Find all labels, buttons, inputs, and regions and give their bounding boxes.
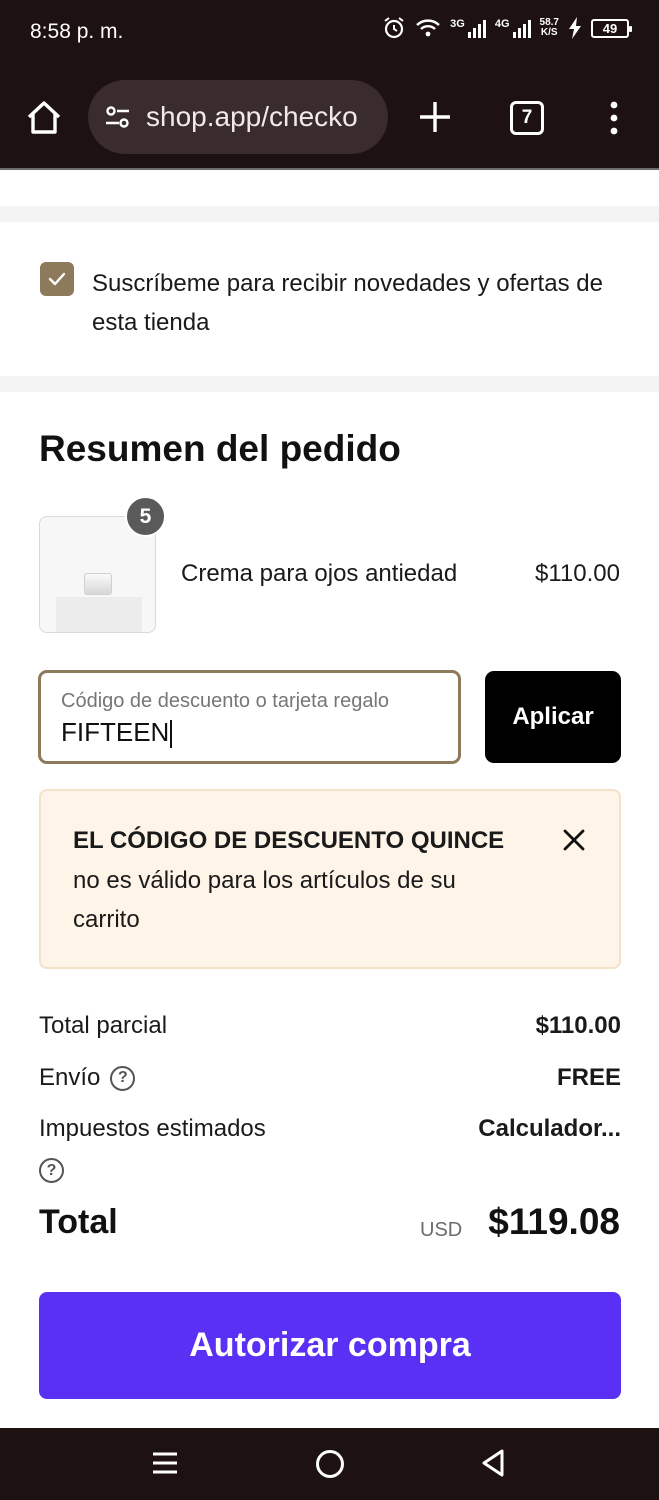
shipping-help-icon[interactable]: ?: [110, 1065, 136, 1091]
battery-level: 49: [602, 20, 618, 36]
new-tab-icon[interactable]: [416, 98, 454, 136]
product-price: $110.00: [535, 560, 620, 587]
net-speed: 58.7 K/S: [540, 18, 559, 38]
product-name: Crema para ojos antiedad: [181, 560, 458, 587]
charging-icon: [569, 17, 581, 39]
quantity-badge: 5: [125, 496, 166, 537]
taxes-help-icon[interactable]: ?: [39, 1158, 64, 1183]
shipping-label: Envío: [39, 1064, 101, 1091]
total-value: $119.08: [488, 1201, 620, 1242]
newsletter-checkbox[interactable]: [40, 262, 74, 296]
tab-switcher-button[interactable]: 7: [510, 101, 544, 135]
discount-code-label: Código de descuento o tarjeta regalo: [61, 690, 390, 712]
error-title: EL CÓDIGO DE DESCUENTO QUINCE: [73, 827, 505, 854]
tab-count: 7: [521, 107, 533, 128]
total-label: Total: [39, 1203, 118, 1241]
section-separator: [0, 376, 659, 392]
apply-discount-button[interactable]: Aplicar: [485, 671, 621, 763]
discount-code-input[interactable]: Código de descuento o tarjeta regalo FIF…: [38, 670, 461, 764]
signal-3g-icon: 3G: [450, 18, 486, 38]
status-time: 8:58 p. m.: [30, 20, 124, 43]
battery-icon: 49: [591, 18, 632, 38]
discount-error-banner: EL CÓDIGO DE DESCUENTO QUINCE no es váli…: [39, 789, 621, 969]
taxes-value: Calculador...: [478, 1115, 621, 1142]
browser-toolbar: shop.app/checko 7: [0, 66, 659, 169]
authorize-purchase-button[interactable]: Autorizar compra: [39, 1292, 621, 1399]
taxes-label: Impuestos estimados: [39, 1115, 266, 1142]
net-speed-unit: K/S: [540, 27, 558, 38]
signal-4g-label: 4G: [494, 18, 510, 30]
site-settings-icon[interactable]: [102, 101, 134, 133]
more-options-icon[interactable]: [604, 100, 624, 136]
url-text[interactable]: shop.app/checko: [146, 101, 358, 133]
back-icon[interactable]: [480, 1448, 506, 1478]
wifi-icon: [416, 19, 440, 37]
discount-code-value[interactable]: FIFTEEN: [61, 717, 173, 749]
order-summary-title: Resumen del pedido: [39, 428, 401, 469]
close-icon[interactable]: [559, 825, 589, 855]
signal-4g-icon: 4G: [495, 18, 531, 38]
total-currency: USD: [420, 1219, 463, 1241]
text-cursor: [170, 720, 173, 749]
home-icon[interactable]: [24, 98, 64, 138]
address-bar[interactable]: shop.app/checko: [88, 80, 388, 154]
quantity-value: 5: [139, 504, 152, 528]
checkmark-icon: [48, 272, 66, 286]
signal-3g-label: 3G: [450, 18, 465, 30]
home-circle-icon[interactable]: [316, 1450, 344, 1478]
subtotal-value: $110.00: [535, 1012, 621, 1039]
subtotal-label: Total parcial: [39, 1012, 168, 1039]
recents-icon[interactable]: [152, 1450, 178, 1476]
section-separator: [0, 206, 659, 222]
status-bar: 8:58 p. m. 3G 4G 58.7 K/S 49: [0, 0, 659, 66]
alarm-icon: [384, 17, 404, 39]
error-message: no es válido para los artículos de su ca…: [73, 867, 456, 933]
shipping-value: FREE: [556, 1064, 621, 1091]
toolbar-divider: [0, 168, 659, 170]
status-icons: 3G 4G 58.7 K/S 49: [382, 16, 632, 40]
newsletter-label[interactable]: Suscríbeme para recibir novedades y ofer…: [92, 264, 620, 342]
system-nav-bar: [0, 1428, 659, 1500]
